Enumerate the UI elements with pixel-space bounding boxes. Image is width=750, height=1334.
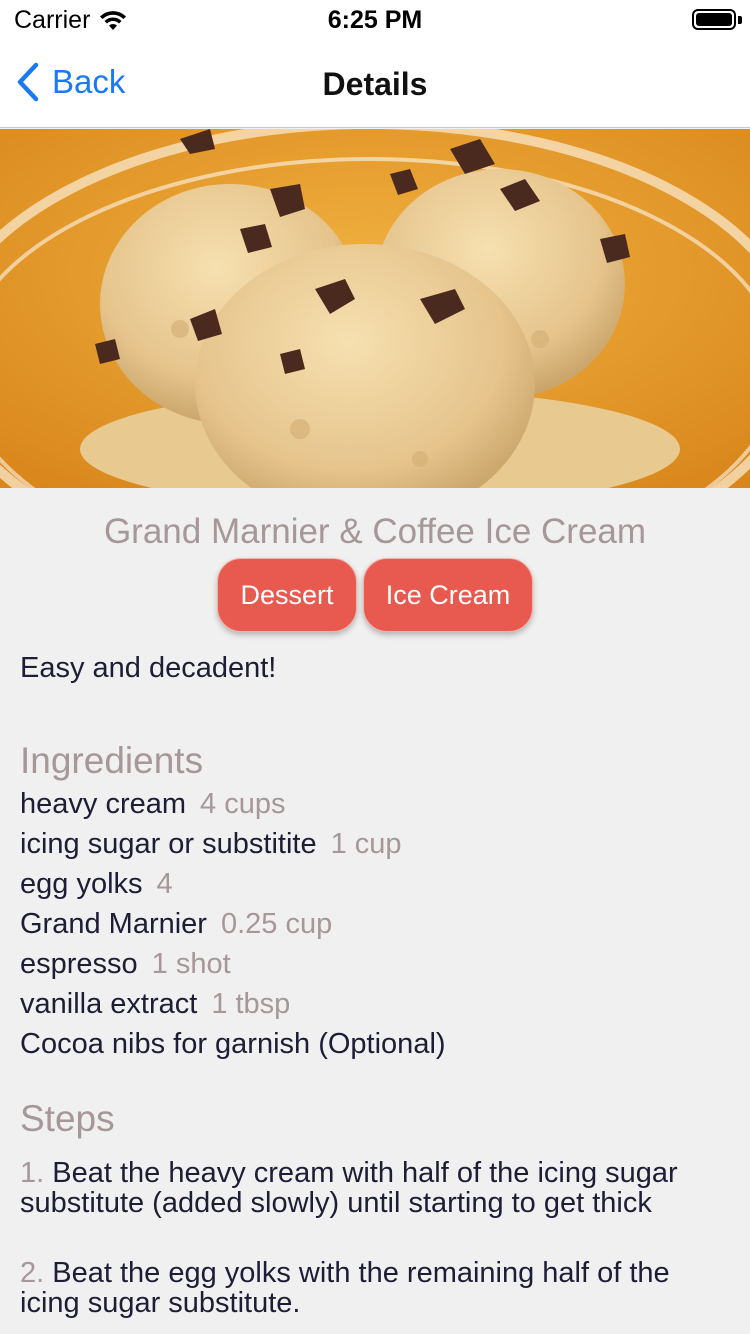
ingredient-row: espresso 1 shot <box>20 948 446 988</box>
ingredient-qty: 4 <box>156 868 173 900</box>
ingredient-row: icing sugar or substitite 1 cup <box>20 828 446 868</box>
step-item: 1. Beat the heavy cream with half of the… <box>20 1158 720 1218</box>
step-text: Beat the heavy cream with half of the ic… <box>20 1157 678 1219</box>
recipe-title: Grand Marnier & Coffee Ice Cream <box>103 512 647 551</box>
status-time: 6:25 PM <box>327 6 423 34</box>
recipe-description: Easy and decadent! <box>20 652 277 684</box>
step-item: 2. Beat the egg yolks with the remaining… <box>20 1258 720 1318</box>
ingredient-name: heavy cream <box>20 788 187 820</box>
ingredient-row: egg yolks 4 <box>20 868 446 908</box>
ingredient-row: Cocoa nibs for garnish (Optional) <box>20 1028 446 1068</box>
ingredient-name: icing sugar or substitite <box>20 828 317 860</box>
ingredient-qty: 1 cup <box>330 828 402 860</box>
ingredients-heading: Ingredients <box>20 740 204 781</box>
step-number: 1. <box>20 1157 45 1189</box>
ingredient-name: espresso <box>20 948 138 980</box>
ingredient-qty: 1 tbsp <box>211 988 291 1020</box>
ingredient-name: egg yolks <box>20 868 143 900</box>
ingredient-row: vanilla extract 1 tbsp <box>20 988 446 1028</box>
battery-icon <box>692 9 736 30</box>
ingredient-qty: 4 cups <box>200 788 286 820</box>
recipe-image <box>0 129 750 488</box>
battery-level <box>696 13 732 26</box>
status-bar: Carrier 6:25 PM <box>0 0 750 40</box>
tag-ice-cream[interactable]: Ice Cream <box>363 558 533 632</box>
step-text: Beat the egg yolks with the remaining ha… <box>20 1257 670 1319</box>
ingredient-qty: 1 shot <box>151 948 231 980</box>
tag-list: Dessert Ice Cream <box>0 558 750 632</box>
navigation-bar: Back Details <box>0 40 750 128</box>
ingredient-name: vanilla extract <box>20 988 198 1020</box>
ingredient-row: Grand Marnier 0.25 cup <box>20 908 446 948</box>
step-number: 2. <box>20 1257 45 1289</box>
battery-cap <box>738 16 742 24</box>
ingredient-qty: 0.25 cup <box>220 908 333 940</box>
ingredient-name: Grand Marnier <box>20 908 207 940</box>
ice-cream-illustration <box>0 129 750 488</box>
ingredients-list: heavy cream 4 cups icing sugar or substit… <box>20 788 446 1068</box>
ingredient-row: heavy cream 4 cups <box>20 788 446 828</box>
tag-dessert[interactable]: Dessert <box>217 558 357 632</box>
steps-heading: Steps <box>20 1098 115 1139</box>
ingredient-name: Cocoa nibs for garnish (Optional) <box>20 1028 446 1060</box>
page-title: Details <box>322 66 428 102</box>
